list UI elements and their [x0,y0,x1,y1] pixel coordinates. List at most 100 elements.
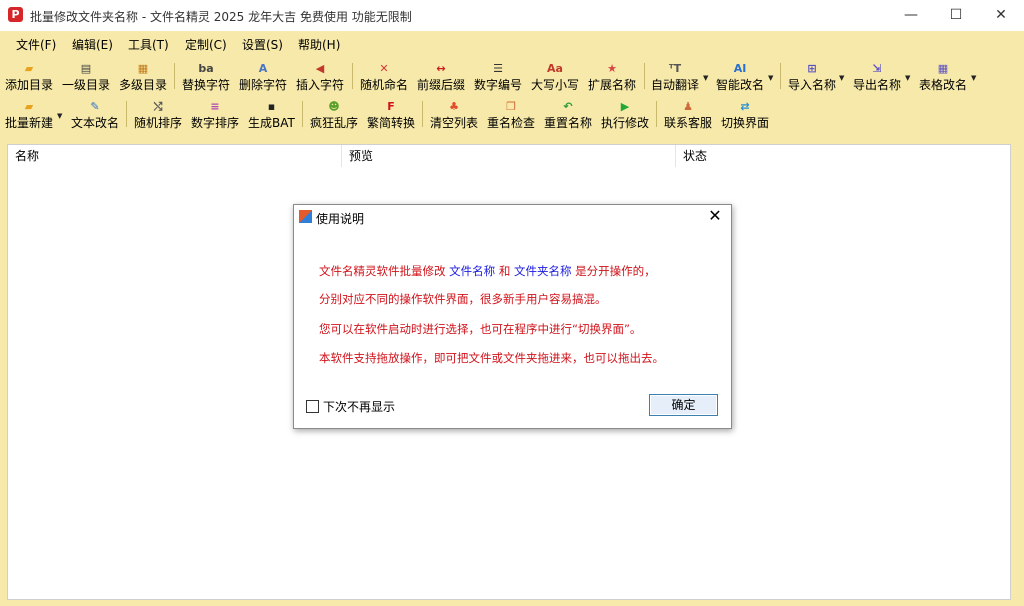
chevron-down-icon[interactable]: ▼ [971,74,976,82]
delete-text-icon: A [258,62,268,75]
duplicate-check-icon: ❐ [506,100,516,113]
column-preview-header[interactable]: 预览 [342,145,676,167]
text-edit-icon: ✎ [90,100,100,113]
replace-text-icon: ba [198,62,214,75]
close-button[interactable]: ✕ [978,0,1024,31]
column-name-header[interactable]: 名称 [8,145,342,167]
duplicate-check-button[interactable]: ❐ 重名检查 [487,100,535,130]
export-icon: ⇲ [872,62,882,75]
chevron-down-icon[interactable]: ▼ [768,74,773,82]
menu-customize[interactable]: 定制(C) [185,36,227,53]
reset-icon: ↶ [563,100,573,113]
menu-file[interactable]: 文件(F) [16,36,56,53]
chevron-down-icon[interactable]: ▼ [905,74,910,82]
case-icon: Aa [547,62,563,75]
smart-rename-button[interactable]: AI 智能改名 [716,62,764,92]
multi-level-icon: ▦ [137,62,149,75]
generate-bat-button[interactable]: ▪ 生成BAT [248,100,295,130]
ai-icon: AI [733,62,747,75]
toolbar-separator [422,101,423,127]
replace-text-button[interactable]: ba 替换字符 [182,62,230,92]
table-rename-button[interactable]: ▦ 表格改名 [919,62,967,92]
checkbox-label: 下次不再显示 [323,400,396,414]
crazy-shuffle-icon: ☻ [328,100,340,113]
dialog-title-bar: 使用说明 ✕ [294,205,729,229]
table-icon: ▦ [937,62,949,75]
single-level-icon: ▤ [80,62,92,75]
toolbar-separator [174,63,175,89]
menu-help[interactable]: 帮助(H) [298,36,340,53]
menu-edit[interactable]: 编辑(E) [72,36,113,53]
export-names-button[interactable]: ⇲ 导出名称 [853,62,901,92]
crazy-shuffle-button[interactable]: ☻ 疯狂乱序 [310,100,358,130]
support-icon: ♟ [683,100,693,113]
number-list-button[interactable]: ☰ 数字编号 [474,62,522,92]
toolbar-separator [126,101,127,127]
text-rename-button[interactable]: ✎ 文本改名 [71,100,119,130]
add-directory-button[interactable]: ▰ 添加目录 [5,62,53,92]
number-sort-button[interactable]: ≡ 数字排序 [191,100,239,130]
insert-text-button[interactable]: ◀ 插入字符 [296,62,344,92]
prefix-suffix-button[interactable]: ↔ 前缀后缀 [417,62,465,92]
insert-text-icon: ◀ [315,62,325,75]
sort-number-icon: ≡ [210,100,220,113]
prefix-suffix-icon: ↔ [436,62,446,75]
toolbar-separator [780,63,781,89]
batch-new-button[interactable]: ▰ 批量新建 [5,100,53,130]
minimize-button[interactable]: — [888,0,934,31]
reset-names-button[interactable]: ↶ 重置名称 [544,100,592,130]
usage-dialog: 使用说明 ✕ 文件名精灵软件批量修改 文件名称 和 文件夹名称 是分开操作的， … [293,204,732,429]
app-icon: P [8,7,23,22]
extension-icon: ★ [607,62,617,75]
auto-translate-button[interactable]: ᵀT 自动翻译 [651,62,699,92]
multi-level-button[interactable]: ▦ 多级目录 [119,62,167,92]
case-button[interactable]: Aa 大写小写 [531,62,579,92]
random-name-button[interactable]: ✕ 随机命名 [360,62,408,92]
column-status-header[interactable]: 状态 [676,145,1010,167]
dont-show-again-checkbox[interactable]: 下次不再显示 [306,398,395,415]
random-name-icon: ✕ [379,62,389,75]
import-icon: ⊞ [807,62,817,75]
contact-support-button[interactable]: ♟ 联系客服 [664,100,712,130]
shuffle-icon: ⤭ [153,100,163,113]
clear-list-button[interactable]: ♣ 清空列表 [430,100,478,130]
menu-bar: 文件(F) 编辑(E) 工具(T) 定制(C) 设置(S) 帮助(H) [0,31,1024,55]
folder-add-icon: ▰ [24,62,34,75]
import-names-button[interactable]: ⊞ 导入名称 [788,62,836,92]
convert-chinese-button[interactable]: F 繁简转换 [367,100,415,130]
chevron-down-icon[interactable]: ▼ [839,74,844,82]
switch-ui-icon: ⇄ [740,100,750,113]
chevron-down-icon[interactable]: ▼ [703,74,708,82]
new-folder-icon: ▰ [24,100,34,113]
execute-icon: ▶ [620,100,630,113]
window-title: 批量修改文件夹名称 - 文件名精灵 2025 龙年大吉 免费使用 功能无限制 [30,10,412,24]
delete-text-button[interactable]: A 删除字符 [239,62,287,92]
maximize-button[interactable]: ☐ [933,0,979,31]
execute-button[interactable]: ▶ 执行修改 [601,100,649,130]
dialog-line-1: 文件名精灵软件批量修改 文件名称 和 文件夹名称 是分开操作的， [319,264,656,278]
ok-button[interactable]: 确定 [649,394,718,416]
bat-icon: ▪ [267,100,276,113]
random-sort-button[interactable]: ⤭ 随机排序 [134,100,182,130]
toolbar-separator [302,101,303,127]
checkbox-box[interactable] [306,400,319,413]
menu-settings[interactable]: 设置(S) [242,36,283,53]
single-level-button[interactable]: ▤ 一级目录 [62,62,110,92]
dialog-line-2: 分别对应不同的操作软件界面，很多新手用户容易搞混。 [319,292,607,306]
dialog-title: 使用说明 [316,212,365,226]
extension-button[interactable]: ★ 扩展名称 [588,62,636,92]
clear-list-icon: ♣ [449,100,459,113]
switch-interface-button[interactable]: ⇄ 切换界面 [721,100,769,130]
chevron-down-icon[interactable]: ▼ [57,112,62,120]
title-bar: P 批量修改文件夹名称 - 文件名精灵 2025 龙年大吉 免费使用 功能无限制… [0,0,1024,31]
menu-tools[interactable]: 工具(T) [128,36,169,53]
toolbar-separator [656,101,657,127]
dialog-close-icon[interactable]: ✕ [704,206,726,225]
toolbar-separator [352,63,353,89]
convert-icon: F [387,100,395,113]
dialog-line-4: 本软件支持拖放操作，即可把文件或文件夹拖进来，也可以拖出去。 [319,351,664,365]
translate-icon: ᵀT [668,62,682,75]
dialog-line-3: 您可以在软件启动时进行选择，也可在程序中进行“切换界面”。 [319,322,642,336]
dialog-app-icon [299,210,312,223]
number-list-icon: ☰ [493,62,503,75]
